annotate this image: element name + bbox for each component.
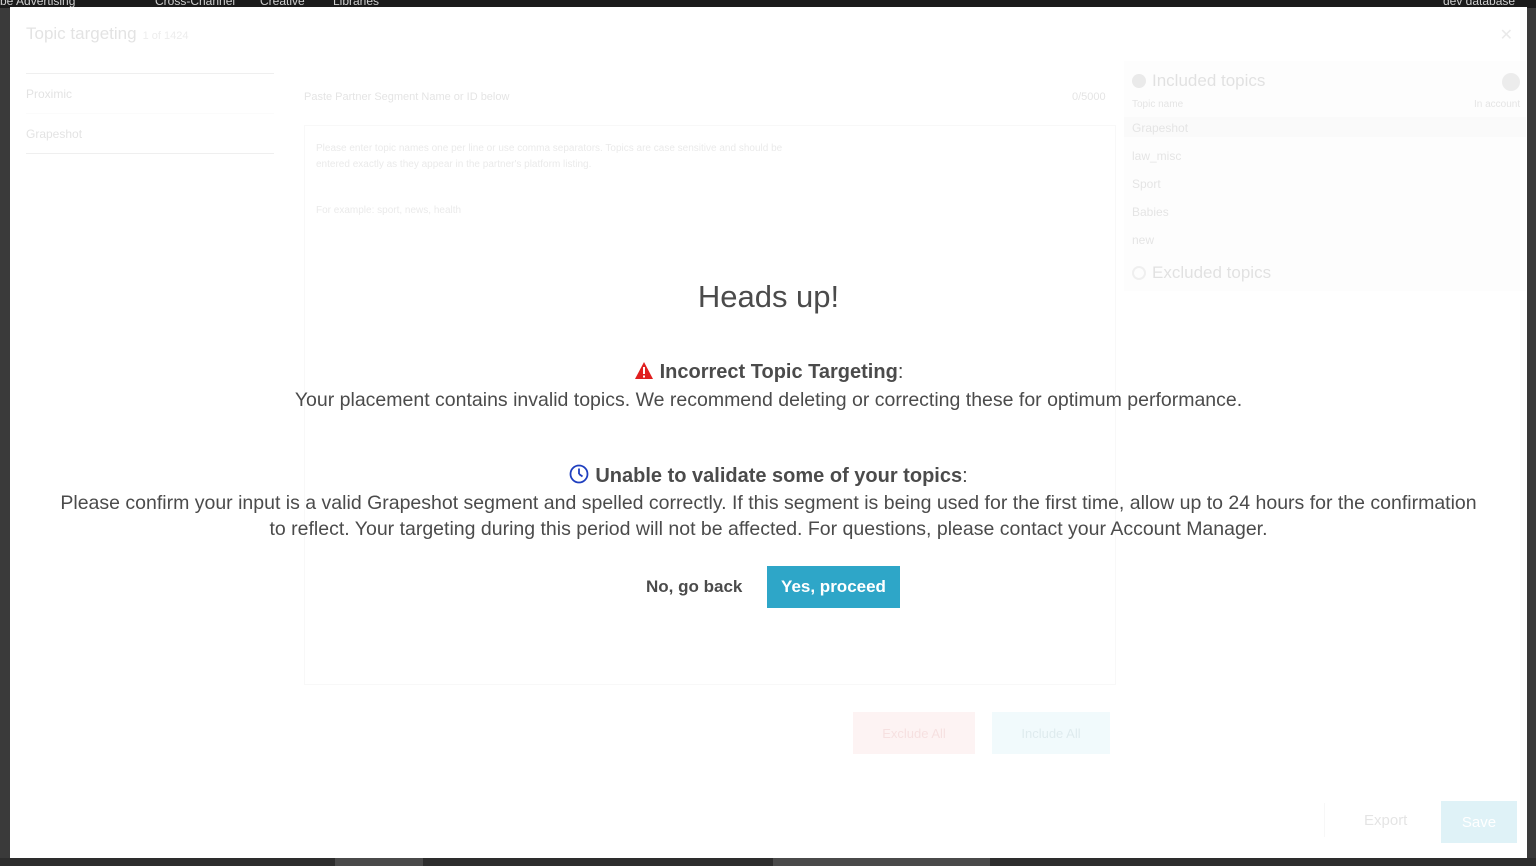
- column-topic-name: Topic name: [1132, 99, 1184, 110]
- count-badge: [1502, 73, 1520, 91]
- dialog-title-text: Topic targeting: [26, 24, 137, 43]
- dialog-subtitle: 1 of 1424: [142, 30, 189, 42]
- topic-item[interactable]: Babies: [1132, 205, 1169, 219]
- divider: [1324, 803, 1325, 837]
- topic-item[interactable]: new: [1132, 233, 1154, 247]
- warning-heading-text: Incorrect Topic Targeting: [659, 361, 898, 383]
- strip-segment: [335, 858, 423, 866]
- confirm-title: Heads up!: [697, 279, 840, 314]
- check-circle-icon: [1132, 74, 1146, 88]
- included-topics-label: Included topics: [1152, 71, 1266, 90]
- included-topics-heading[interactable]: Included topics: [1132, 71, 1265, 91]
- export-button[interactable]: Export: [1364, 812, 1407, 829]
- char-count: 0/5000: [1072, 91, 1106, 103]
- help-text: Please enter topic names one per line or…: [316, 143, 783, 170]
- colon: :: [897, 361, 904, 383]
- topics-panel: Included topics Topic name In account Gr…: [1124, 61, 1526, 291]
- close-icon[interactable]: ✕: [1500, 25, 1513, 45]
- nav-item-proximic[interactable]: Proximic: [26, 74, 274, 113]
- topic-group-grapeshot[interactable]: Grapeshot: [1132, 121, 1188, 135]
- save-button[interactable]: Save: [1441, 801, 1517, 843]
- example-text: For example: sport, news, health: [316, 205, 462, 216]
- heads-up-confirmation: Heads up! Incorrect Topic Targeting: You…: [10, 265, 1527, 625]
- colon: :: [962, 465, 968, 487]
- validate-body-line-1: Please confirm your input is a valid Gra…: [60, 492, 1477, 514]
- no-go-back-button[interactable]: No, go back: [646, 568, 742, 606]
- topic-item[interactable]: Sport: [1132, 177, 1161, 191]
- clock-icon: [569, 464, 589, 490]
- dialog-title: Topic targeting 1 of 1424: [26, 24, 188, 44]
- warning-triangle-icon: [634, 361, 654, 386]
- topic-targeting-dialog: Topic targeting 1 of 1424 ✕ Proximic Grap…: [10, 7, 1527, 858]
- nav-item-grapeshot[interactable]: Grapeshot: [26, 114, 274, 153]
- column-in-account: In account: [1474, 99, 1521, 110]
- input-label: Paste Partner Segment Name or ID below: [304, 91, 510, 103]
- warning-body: Your placement contains invalid topics. …: [294, 389, 1243, 411]
- divider: [26, 153, 274, 154]
- partner-nav: Proximic Grapeshot: [26, 73, 274, 154]
- strip-segment: [773, 858, 990, 866]
- bottom-strip: [0, 858, 1536, 866]
- yes-proceed-button[interactable]: Yes, proceed: [767, 566, 900, 608]
- validate-body-line-2: to reflect. Your targeting during this p…: [269, 518, 1268, 540]
- validate-heading: Unable to validate some of your topics:: [10, 464, 1527, 490]
- exclude-all-button[interactable]: Exclude All: [853, 712, 975, 754]
- warning-heading: Incorrect Topic Targeting:: [10, 361, 1527, 386]
- topic-item[interactable]: law_misc: [1132, 149, 1181, 163]
- include-all-button[interactable]: Include All: [992, 712, 1110, 754]
- validate-heading-text: Unable to validate some of your topics: [595, 465, 963, 487]
